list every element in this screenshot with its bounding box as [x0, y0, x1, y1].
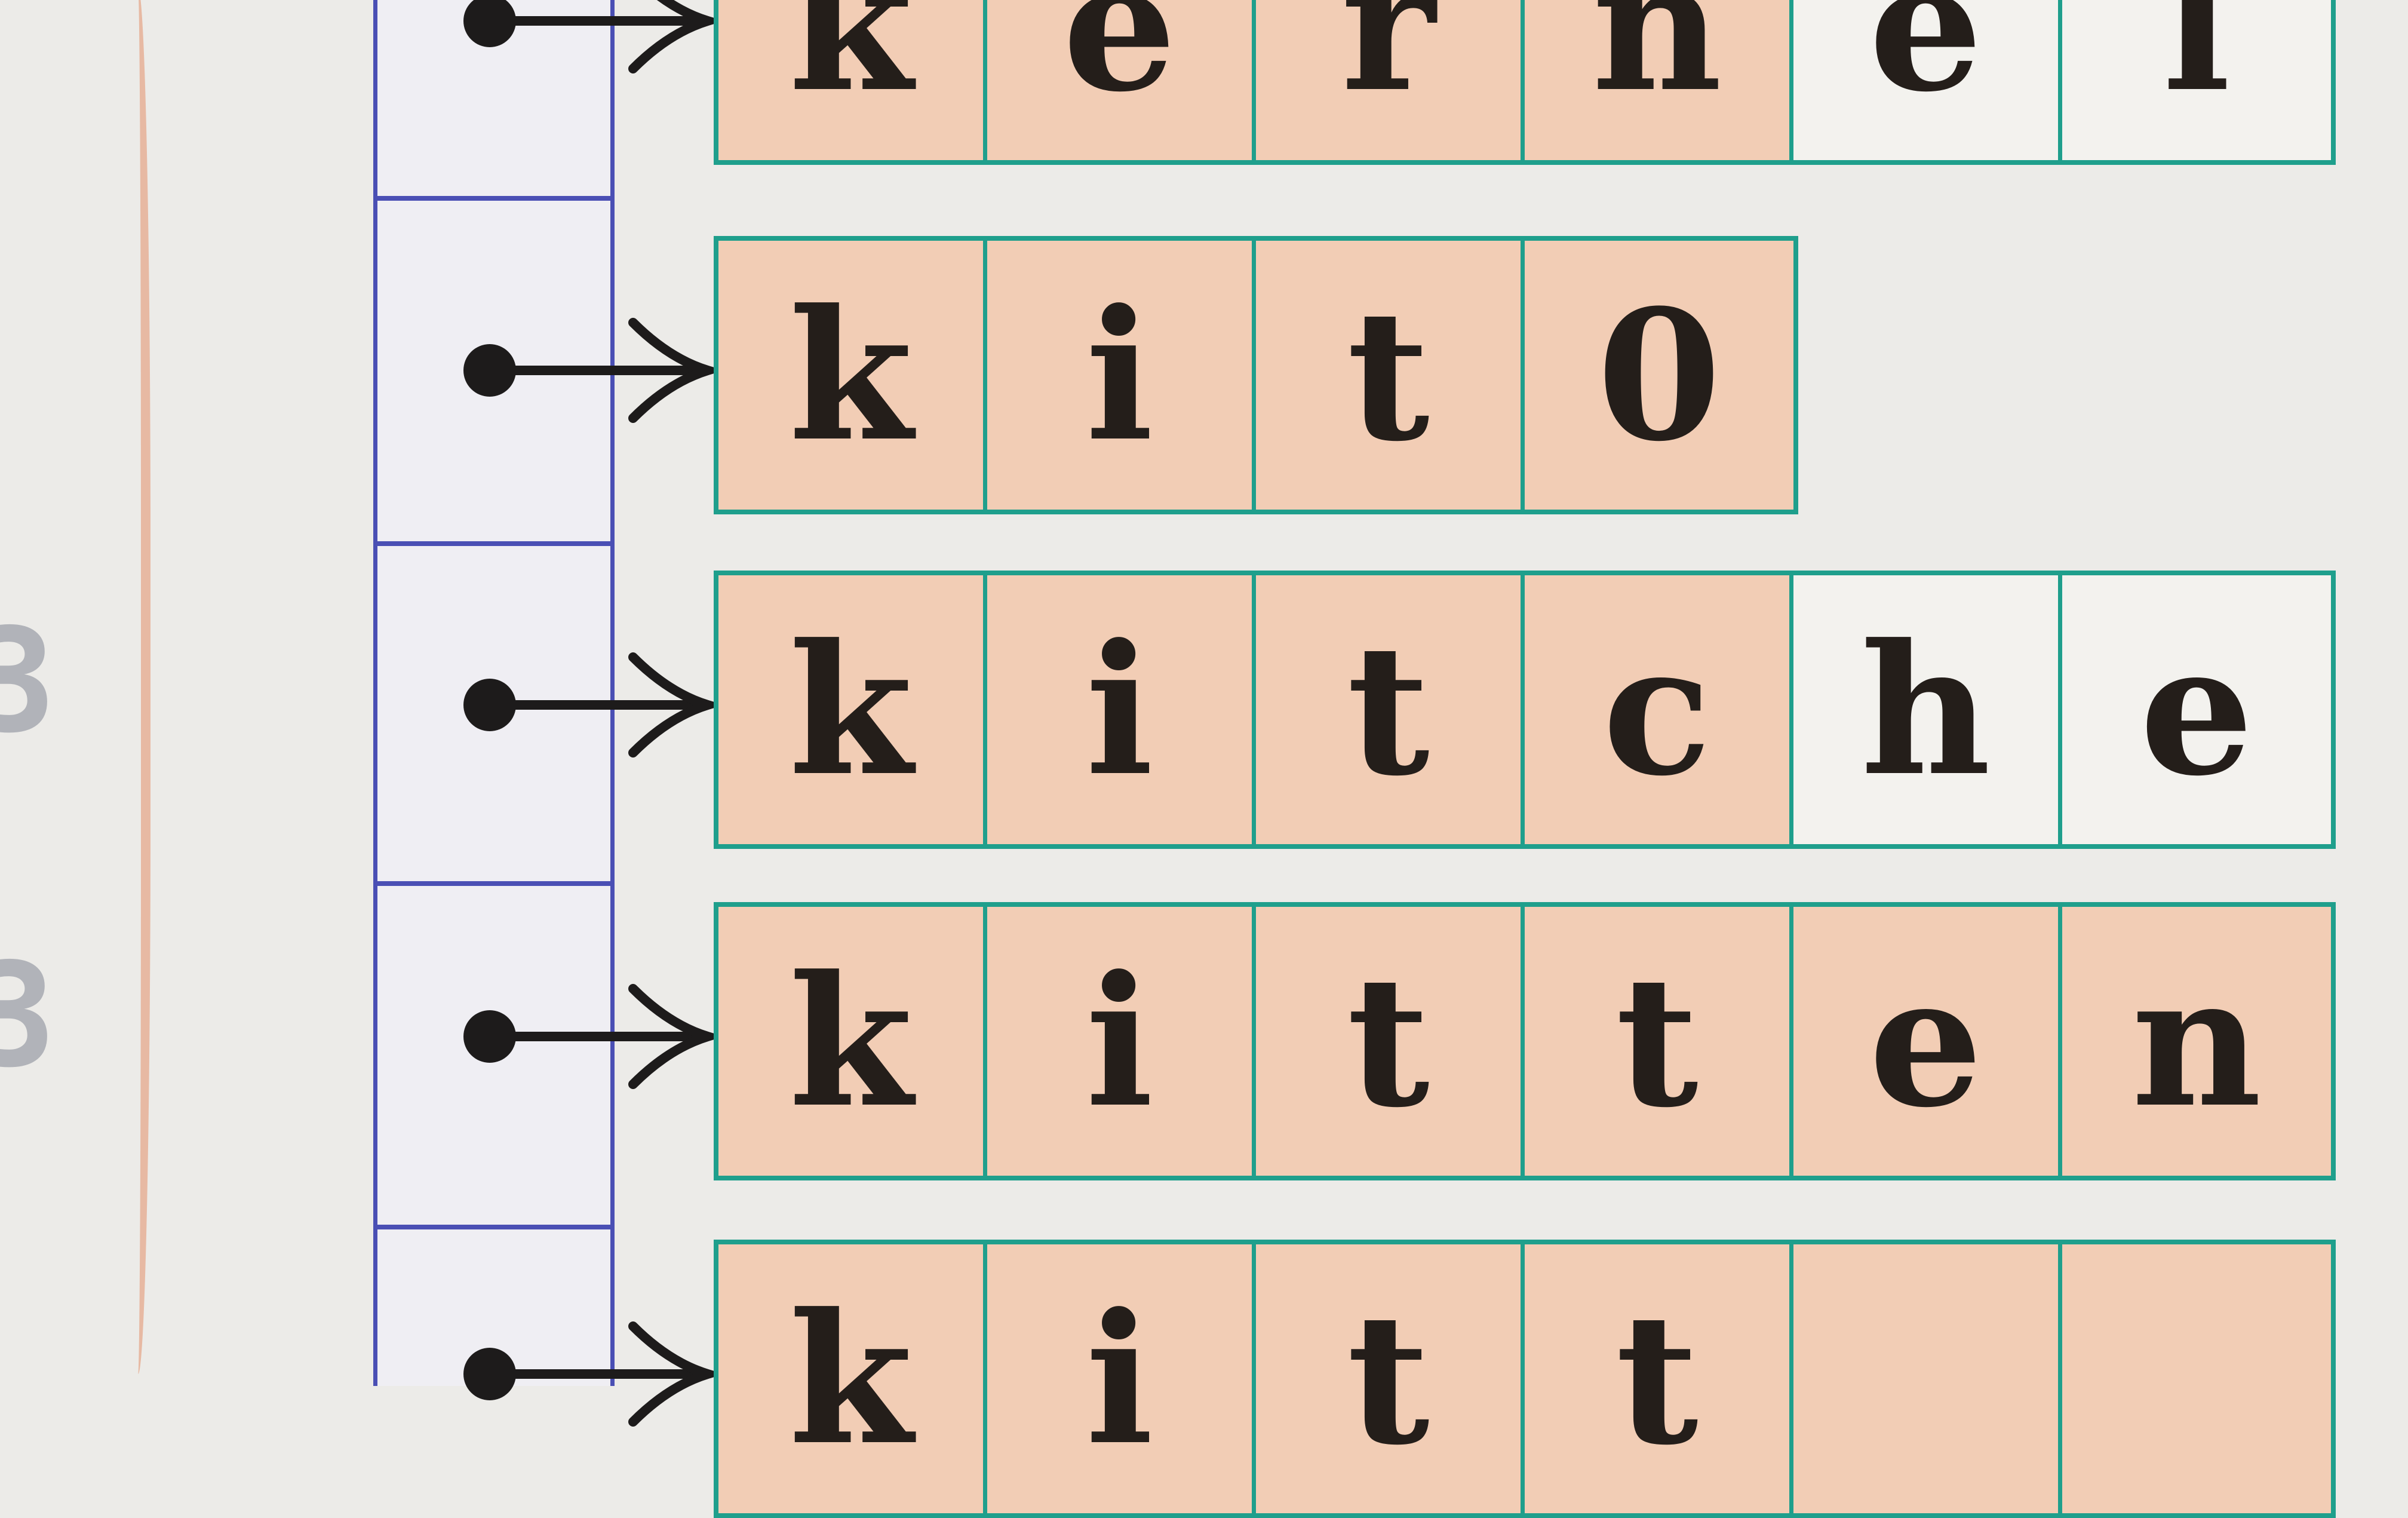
- char-cell: k: [718, 0, 987, 160]
- char-cell: k: [718, 241, 987, 510]
- pointer-arrow-icon: [454, 651, 724, 759]
- char-cell: e: [2062, 575, 2331, 844]
- char-cell: i: [987, 241, 1256, 510]
- char-cell: e: [987, 0, 1256, 160]
- char-cell: [1793, 1244, 2062, 1513]
- char-cell: h: [1793, 575, 2062, 844]
- index-divider: [373, 196, 615, 201]
- row-kitten: kitten: [714, 902, 2336, 1180]
- index-divider: [373, 1225, 615, 1229]
- char-cell: k: [718, 907, 987, 1176]
- char-cell: n: [2062, 907, 2331, 1176]
- char-cell: c: [1525, 575, 1793, 844]
- pointer-arrow-icon: [454, 1320, 724, 1428]
- char-cell: t: [1256, 241, 1525, 510]
- char-cell: t: [1525, 907, 1793, 1176]
- char-cell: i: [987, 1244, 1256, 1513]
- row-kitche: kitche: [714, 571, 2336, 849]
- pointer-arrow-icon: [454, 317, 724, 424]
- char-cell: k: [718, 575, 987, 844]
- pointer-arrow-icon: [454, 0, 724, 75]
- left-number: 3: [0, 597, 57, 765]
- margin-line: [119, 0, 150, 1374]
- index-divider: [373, 541, 615, 546]
- char-cell: i: [987, 575, 1256, 844]
- index-divider: [373, 881, 615, 886]
- row-kit0: kit0: [714, 236, 1798, 514]
- row-kernel: kernel: [714, 0, 2336, 165]
- char-cell: t: [1525, 1244, 1793, 1513]
- char-cell: t: [1256, 907, 1525, 1176]
- char-cell: i: [987, 907, 1256, 1176]
- char-cell: r: [1256, 0, 1525, 160]
- char-cell: 0: [1525, 241, 1793, 510]
- char-cell: l: [2062, 0, 2331, 160]
- char-cell: t: [1256, 575, 1525, 844]
- char-cell: n: [1525, 0, 1793, 160]
- char-cell: [2062, 1244, 2331, 1513]
- char-cell: e: [1793, 907, 2062, 1176]
- char-cell: k: [718, 1244, 987, 1513]
- row-partial: kitt: [714, 1240, 2336, 1518]
- char-cell: e: [1793, 0, 2062, 160]
- left-number: 3: [0, 932, 57, 1099]
- char-cell: t: [1256, 1244, 1525, 1513]
- pointer-arrow-icon: [454, 983, 724, 1090]
